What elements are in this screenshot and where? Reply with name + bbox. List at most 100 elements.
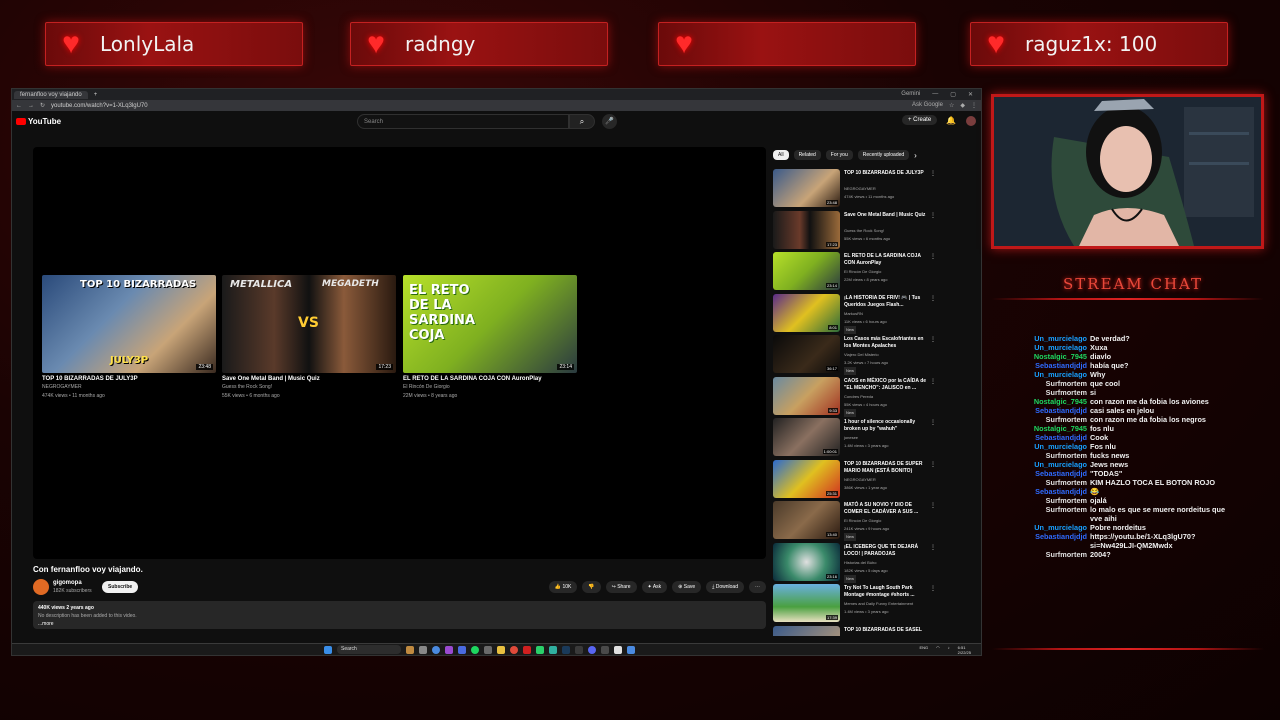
endcard-thumbnail[interactable]: EL RETO DE LA SARDINA COJA 23:14: [403, 275, 577, 373]
gemini-button[interactable]: Gemini: [901, 91, 920, 98]
task-view-icon[interactable]: [419, 645, 427, 654]
rec-title[interactable]: CAOS en MÉXICO por la CAÍDA de "EL MENCH…: [844, 378, 928, 392]
chrome-icon[interactable]: [510, 645, 518, 654]
menu-icon[interactable]: ⋮: [971, 102, 977, 109]
like-button[interactable]: 👍 10K: [548, 581, 578, 593]
app-icon[interactable]: [523, 645, 531, 654]
endcard-title[interactable]: EL RETO DE LA SARDINA COJA CON AuronPlay: [403, 376, 577, 382]
volume-icon[interactable]: ♪: [948, 645, 950, 655]
forward-icon[interactable]: →: [28, 103, 34, 109]
app-icon[interactable]: [601, 645, 609, 654]
rec-thumbnail[interactable]: [773, 625, 840, 636]
more-actions-button[interactable]: ⋯: [749, 581, 766, 593]
more-options-icon[interactable]: ⋮: [930, 461, 936, 468]
endcard-video[interactable]: TOP 10 BIZARRADAS JULY3P 23:48 TOP 10 BI…: [42, 275, 216, 400]
create-button[interactable]: + Create: [902, 115, 938, 125]
rec-title[interactable]: TOP 10 BIZARRADAS DE SUPER MARIO MAN (ES…: [844, 461, 928, 475]
notifications-bell-icon[interactable]: 🔔: [946, 116, 956, 125]
rec-thumbnail[interactable]: 8:01: [773, 293, 840, 332]
more-options-icon[interactable]: ⋮: [930, 295, 936, 302]
endcard-title[interactable]: TOP 10 BIZARRADAS DE JULY3P: [42, 376, 216, 382]
app-icon[interactable]: [445, 645, 453, 654]
language-indicator[interactable]: ENG: [919, 645, 928, 655]
chevron-right-icon[interactable]: ›: [914, 151, 917, 160]
search-icon[interactable]: ⌕: [569, 114, 595, 129]
rec-title[interactable]: 1 hour of silence occasionally broken up…: [844, 419, 928, 433]
description-box[interactable]: 440K views 2 years ago No description ha…: [33, 601, 766, 629]
rec-title[interactable]: MATÓ A SU NOVIO Y DIO DE COMER EL CADÁVE…: [844, 502, 928, 516]
list-item[interactable]: 17:23 Save One Metal Band | Music Quiz G…: [773, 210, 939, 253]
ask-google-button[interactable]: Ask Google: [912, 102, 943, 109]
reload-icon[interactable]: ↻: [40, 102, 45, 109]
rec-title[interactable]: ¡EL ICEBERG QUE TE DEJARÁ LOCO! | PARADO…: [844, 544, 928, 558]
wifi-icon[interactable]: ◠: [936, 645, 940, 655]
rec-thumbnail[interactable]: 23:14: [773, 252, 840, 290]
maximize-icon[interactable]: ▢: [950, 91, 956, 98]
app-icon[interactable]: [549, 645, 557, 654]
rec-thumbnail[interactable]: 23:16: [773, 542, 840, 581]
app-icon[interactable]: [627, 645, 635, 654]
share-button[interactable]: ↪ Share: [605, 581, 637, 593]
app-icon[interactable]: [536, 645, 544, 654]
more-options-icon[interactable]: ⋮: [930, 170, 936, 177]
list-item[interactable]: 36:17 Los Casos más Escalofriantes en lo…: [773, 335, 939, 377]
minimize-icon[interactable]: —: [932, 91, 938, 98]
browser-tab[interactable]: fernanfloo voy viajando: [14, 90, 88, 99]
spotify-icon[interactable]: [471, 645, 479, 654]
dislike-button[interactable]: 👎: [582, 581, 601, 593]
rec-title[interactable]: ¡LA HISTORIA DE FRIV! 🎮 | Tus Queridos J…: [844, 295, 928, 309]
endcard-title[interactable]: Save One Metal Band | Music Quiz: [222, 376, 396, 382]
windows-start-icon[interactable]: [324, 645, 332, 654]
list-item[interactable]: 23:48 TOP 10 BIZARRADAS DE JULY3P NEGROG…: [773, 169, 939, 211]
rec-thumbnail[interactable]: 36:17: [773, 335, 840, 373]
file-explorer-icon[interactable]: [497, 645, 505, 654]
more-options-icon[interactable]: ⋮: [930, 502, 936, 509]
more-options-icon[interactable]: ⋮: [930, 544, 936, 551]
download-button[interactable]: ⤓ Download: [706, 581, 744, 593]
list-item[interactable]: 1:00:01 1 hour of silence occasionally b…: [773, 418, 939, 460]
clock[interactable]: 6:51 2/22/25: [958, 645, 971, 655]
taskbar-search[interactable]: Search: [337, 645, 401, 654]
list-item[interactable]: 25:31 TOP 10 BIZARRADAS DE SUPER MARIO M…: [773, 459, 939, 502]
rec-title[interactable]: TOP 10 BIZARRADAS DE SASEL: [844, 627, 928, 634]
endcard-video[interactable]: EL RETO DE LA SARDINA COJA 23:14 EL RETO…: [403, 275, 577, 400]
new-tab-icon[interactable]: +: [94, 92, 98, 98]
endcard-thumbnail[interactable]: METALLICA MEGADETH VS 17:23: [222, 275, 396, 373]
url-field[interactable]: youtube.com/watch?v=1-XLq3lgU70: [51, 103, 906, 109]
rec-thumbnail[interactable]: 17:23: [773, 210, 840, 249]
discord-icon[interactable]: [588, 645, 596, 654]
more-options-icon[interactable]: ⋮: [930, 585, 936, 592]
chrome-icon[interactable]: [432, 645, 440, 654]
close-icon[interactable]: ✕: [968, 91, 973, 98]
more-options-icon[interactable]: ⋮: [930, 419, 936, 426]
endcard-thumbnail[interactable]: TOP 10 BIZARRADAS JULY3P 23:48: [42, 275, 216, 373]
ask-button[interactable]: ✦ Ask: [641, 581, 668, 593]
app-icon[interactable]: [458, 645, 466, 654]
youtube-logo[interactable]: YouTube: [16, 117, 61, 126]
widgets-icon[interactable]: [406, 645, 414, 654]
chip-recently-uploaded[interactable]: Recently uploaded: [857, 150, 910, 160]
list-item[interactable]: 13:40 MATÓ A SU NOVIO Y DIO DE COMER EL …: [773, 501, 939, 543]
rec-thumbnail[interactable]: 1:00:01: [773, 418, 840, 456]
app-icon[interactable]: [484, 645, 492, 654]
rec-thumbnail[interactable]: 23:48: [773, 169, 840, 207]
account-avatar[interactable]: [966, 116, 976, 126]
chip-related[interactable]: Related: [793, 150, 821, 160]
more-options-icon[interactable]: ⋮: [930, 212, 936, 219]
rec-title[interactable]: Los Casos más Escalofriantes en los Mont…: [844, 336, 928, 350]
chip-all[interactable]: All: [773, 150, 789, 160]
more-options-icon[interactable]: ⋮: [930, 253, 936, 260]
more-options-icon[interactable]: ⋮: [930, 378, 936, 385]
list-item[interactable]: 9:33 CAOS en MÉXICO por la CAÍDA de "EL …: [773, 376, 939, 419]
list-item[interactable]: 23:16 ¡EL ICEBERG QUE TE DEJARÁ LOCO! | …: [773, 542, 939, 585]
rec-title[interactable]: Try Not To Laugh South Park Montage #mon…: [844, 585, 928, 599]
more-options-icon[interactable]: ⋮: [930, 336, 936, 343]
rec-title[interactable]: EL RETO DE LA SARDINA COJA CON AuronPlay: [844, 253, 928, 267]
rec-thumbnail[interactable]: 17:39: [773, 584, 840, 622]
endcard-video[interactable]: METALLICA MEGADETH VS 17:23 Save One Met…: [222, 275, 396, 400]
microphone-icon[interactable]: 🎤: [602, 114, 617, 129]
rec-thumbnail[interactable]: 9:33: [773, 376, 840, 415]
rec-thumbnail[interactable]: 25:31: [773, 459, 840, 498]
channel-avatar[interactable]: [33, 579, 49, 595]
steam-icon[interactable]: [562, 645, 570, 654]
